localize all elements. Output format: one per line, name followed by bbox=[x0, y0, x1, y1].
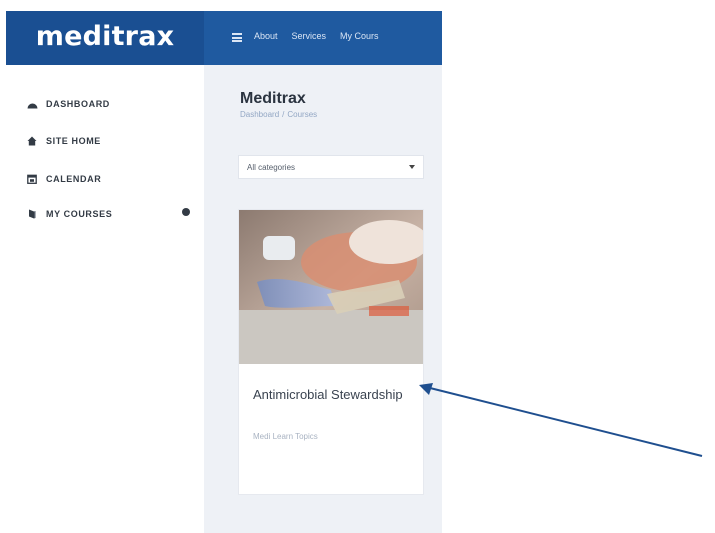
annotation-arrow-icon bbox=[419, 383, 703, 457]
